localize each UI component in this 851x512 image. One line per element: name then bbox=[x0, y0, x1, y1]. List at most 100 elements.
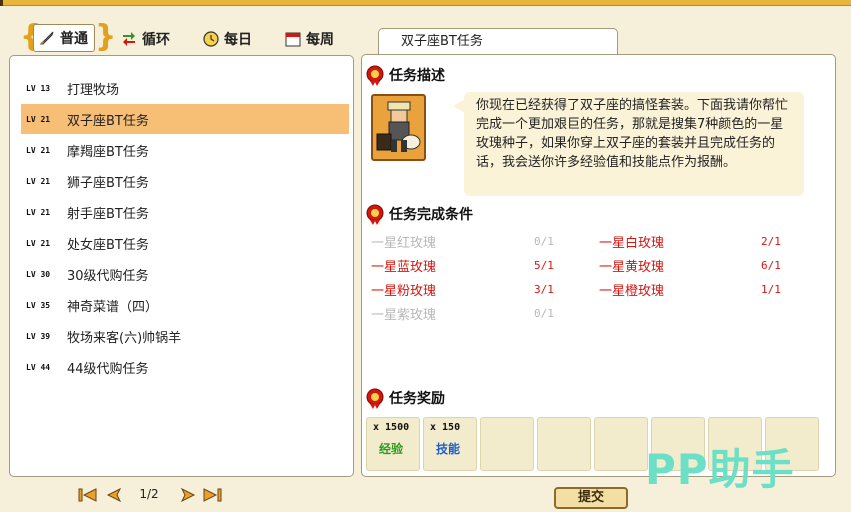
quest-name: 摩羯座BT任务 bbox=[67, 144, 149, 160]
rewards-heading: 任务奖励 bbox=[364, 387, 445, 409]
quest-item[interactable]: LV 21 狮子座BT任务 bbox=[21, 166, 349, 196]
condition-count: 0/1 bbox=[534, 306, 554, 320]
quest-item[interactable]: LV 13 打理牧场 bbox=[21, 73, 349, 103]
page-indicator: 1/2 bbox=[139, 487, 159, 501]
quest-level: LV 35 bbox=[26, 300, 51, 310]
quest-level: LV 21 bbox=[26, 238, 51, 248]
tab-normal[interactable]: 普通 bbox=[33, 24, 95, 52]
quest-item[interactable]: LV 35 神奇菜谱（四） bbox=[21, 290, 349, 320]
reward-slot-skill[interactable]: x 150 技能 bbox=[423, 417, 477, 471]
next-page-button[interactable] bbox=[178, 487, 198, 503]
condition-item: 一星白玫瑰 2/1 bbox=[599, 231, 781, 251]
condition-count: 1/1 bbox=[761, 282, 781, 296]
quest-item[interactable]: LV 21 射手座BT任务 bbox=[21, 197, 349, 227]
tab-label: 循环 bbox=[142, 32, 170, 48]
quest-name: 双子座BT任务 bbox=[67, 113, 149, 129]
frame-corner bbox=[0, 0, 3, 6]
tab-label: 普通 bbox=[60, 31, 88, 47]
condition-count: 2/1 bbox=[761, 234, 781, 248]
quest-item[interactable]: LV 44 44级代购任务 bbox=[21, 352, 349, 382]
condition-name: 一星橙玫瑰 bbox=[599, 283, 665, 299]
reward-slot-exp[interactable]: x 1500 经验 bbox=[366, 417, 420, 471]
condition-count: 5/1 bbox=[534, 258, 554, 272]
medal-icon bbox=[366, 65, 384, 86]
condition-item: 一星橙玫瑰 1/1 bbox=[599, 279, 781, 299]
section-title: 任务奖励 bbox=[389, 391, 445, 407]
quest-item-selected[interactable]: LV 21 双子座BT任务 bbox=[21, 104, 349, 134]
prev-page-button[interactable] bbox=[104, 487, 124, 503]
quest-name: 狮子座BT任务 bbox=[67, 175, 149, 191]
top-frame-strip bbox=[0, 0, 851, 6]
medal-icon bbox=[366, 388, 384, 409]
condition-name: 一星红玫瑰 bbox=[371, 235, 437, 251]
medal-icon bbox=[366, 204, 384, 225]
submit-button[interactable]: 提交 bbox=[554, 487, 628, 509]
quest-level: LV 21 bbox=[26, 176, 51, 186]
quest-name: 打理牧场 bbox=[67, 82, 120, 98]
condition-item: 一星黄玫瑰 6/1 bbox=[599, 255, 781, 275]
condition-name: 一星黄玫瑰 bbox=[599, 259, 665, 275]
quest-level: LV 30 bbox=[26, 269, 51, 279]
watermark: PP助手 bbox=[645, 445, 795, 494]
prev-page-icon bbox=[106, 487, 122, 503]
quest-level: LV 21 bbox=[26, 114, 51, 124]
reward-quantity: x 150 bbox=[430, 422, 461, 433]
pager: 1/2 bbox=[78, 484, 228, 506]
quest-item[interactable]: LV 30 30级代购任务 bbox=[21, 259, 349, 289]
condition-name: 一星蓝玫瑰 bbox=[371, 259, 437, 275]
quest-name: 射手座BT任务 bbox=[67, 206, 149, 222]
quest-name: 神奇菜谱（四） bbox=[67, 299, 159, 315]
tab-bar: { 普通 } 循环 每日 每周 bbox=[20, 19, 352, 54]
quest-detail-panel: 任务描述 你现在已经获得了双子座的搞怪套装。下面我请你帮忙完成一个更加艰巨的任务… bbox=[361, 54, 836, 477]
quest-item[interactable]: LV 39 牧场来客(六)帅锅羊 bbox=[21, 321, 349, 351]
first-page-button[interactable] bbox=[78, 487, 98, 503]
description-heading: 任务描述 bbox=[364, 64, 445, 86]
condition-count: 0/1 bbox=[534, 234, 554, 248]
reward-slot-empty bbox=[594, 417, 648, 471]
quest-level: LV 21 bbox=[26, 145, 51, 155]
reward-quantity: x 1500 bbox=[373, 422, 410, 433]
condition-name: 一星粉玫瑰 bbox=[371, 283, 437, 299]
quest-name: 处女座BT任务 bbox=[67, 237, 149, 253]
condition-item: 一星紫玫瑰 0/1 bbox=[371, 303, 554, 323]
clock-icon bbox=[202, 30, 220, 48]
npc-portrait bbox=[371, 94, 426, 161]
quest-level: LV 21 bbox=[26, 207, 51, 217]
section-title: 任务完成条件 bbox=[389, 207, 473, 223]
tab-bracket-right: } bbox=[95, 19, 117, 54]
condition-count: 3/1 bbox=[534, 282, 554, 296]
tab-weekly[interactable]: 每周 bbox=[284, 27, 334, 51]
quest-name: 牧场来客(六)帅锅羊 bbox=[67, 330, 182, 346]
quest-description: 你现在已经获得了双子座的搞怪套装。下面我请你帮忙完成一个更加艰巨的任务，那就是搜… bbox=[464, 92, 804, 196]
first-page-icon bbox=[78, 488, 97, 502]
cycle-arrows-icon bbox=[120, 30, 138, 48]
quest-level: LV 39 bbox=[26, 331, 51, 341]
quest-item[interactable]: LV 21 摩羯座BT任务 bbox=[21, 135, 349, 165]
quest-name: 44级代购任务 bbox=[67, 361, 149, 377]
last-page-icon bbox=[203, 488, 222, 502]
condition-item: 一星红玫瑰 0/1 bbox=[371, 231, 554, 251]
reward-slot-empty bbox=[480, 417, 534, 471]
quest-list-panel: LV 13 打理牧场 LV 21 双子座BT任务 LV 21 摩羯座BT任务 L… bbox=[9, 55, 354, 477]
condition-item: 一星蓝玫瑰 5/1 bbox=[371, 255, 554, 275]
condition-count: 6/1 bbox=[761, 258, 781, 272]
quest-name: 30级代购任务 bbox=[67, 268, 149, 284]
reward-slot-empty bbox=[537, 417, 591, 471]
condition-item: 一星粉玫瑰 3/1 bbox=[371, 279, 554, 299]
conditions-heading: 任务完成条件 bbox=[364, 203, 473, 225]
calendar-icon bbox=[284, 30, 302, 48]
next-page-icon bbox=[180, 487, 196, 503]
tab-daily[interactable]: 每日 bbox=[202, 27, 252, 51]
reward-label: 经验 bbox=[379, 442, 404, 456]
section-title: 任务描述 bbox=[389, 68, 445, 84]
quest-item[interactable]: LV 21 处女座BT任务 bbox=[21, 228, 349, 258]
tab-cycle[interactable]: 循环 bbox=[120, 27, 170, 51]
last-page-button[interactable] bbox=[202, 487, 222, 503]
sword-icon bbox=[38, 29, 56, 47]
quest-level: LV 44 bbox=[26, 362, 51, 372]
condition-name: 一星白玫瑰 bbox=[599, 235, 665, 251]
condition-name: 一星紫玫瑰 bbox=[371, 307, 437, 323]
quest-level: LV 13 bbox=[26, 83, 51, 93]
reward-label: 技能 bbox=[436, 442, 461, 456]
quest-title-tab: 双子座BT任务 bbox=[378, 28, 618, 55]
